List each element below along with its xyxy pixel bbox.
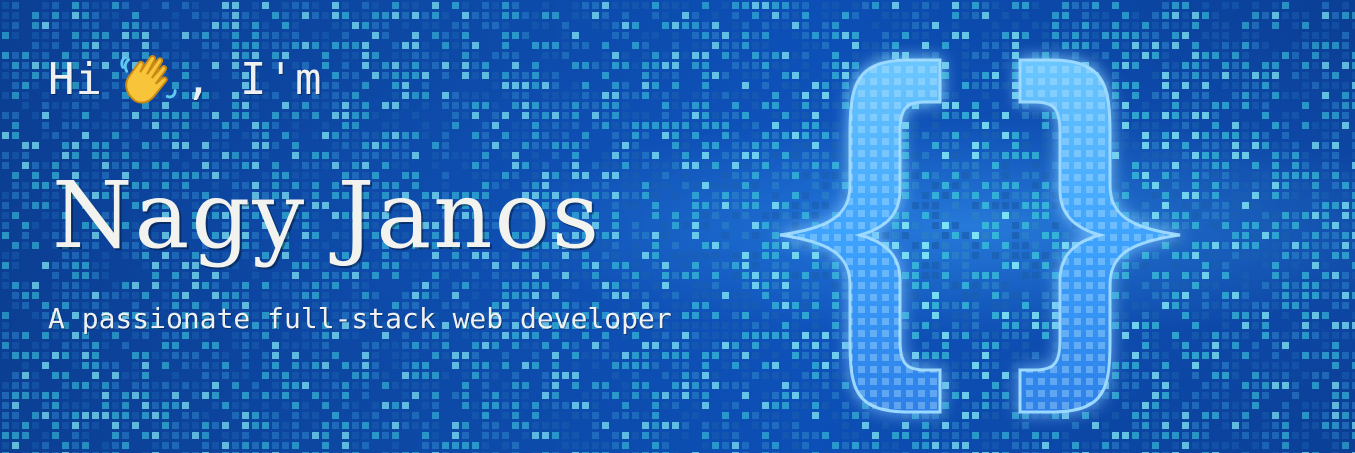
hero-banner: Hi , I'm Nagy Janos A passionate full-st… [0, 0, 1355, 453]
waving-hand-icon [120, 55, 177, 104]
curly-braces-icon [779, 58, 1181, 414]
greeting-line: Hi , I'm [48, 48, 322, 110]
greeting-im: , I'm [184, 53, 323, 105]
developer-name: Nagy Janos [52, 162, 602, 269]
greeting-hi: Hi [48, 53, 103, 105]
developer-tagline: A passionate full-stack web developer [48, 302, 672, 335]
